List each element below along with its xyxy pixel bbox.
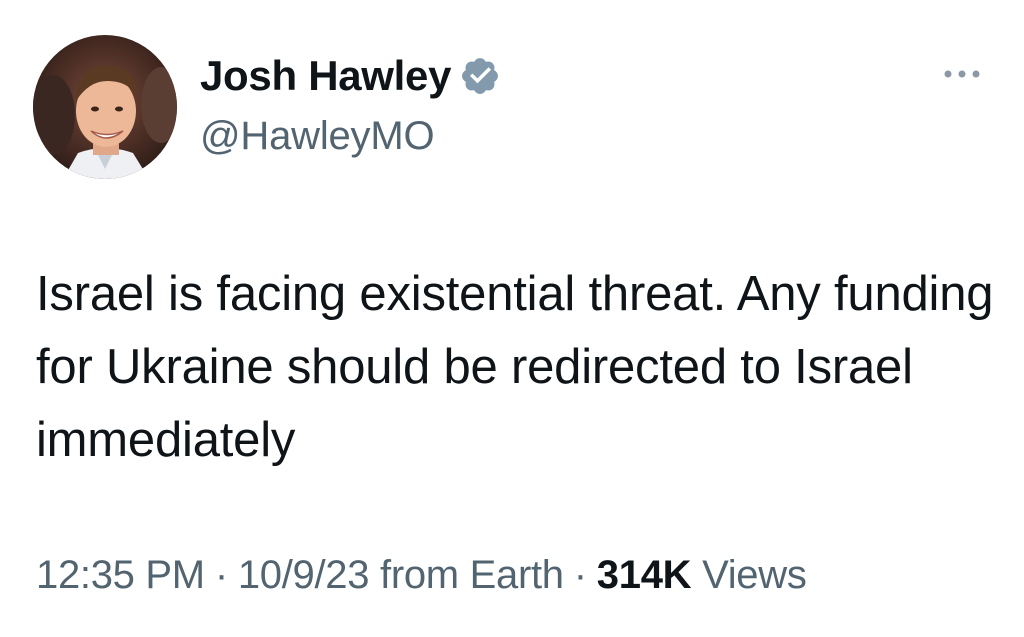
meta-separator: ·: [214, 553, 228, 597]
avatar-photo: [33, 35, 177, 179]
tweet-source: from Earth: [380, 553, 564, 597]
tweet-date[interactable]: 10/9/23: [238, 553, 370, 597]
meta-separator: ·: [573, 553, 587, 597]
avatar[interactable]: [33, 35, 177, 179]
author-handle[interactable]: @HawleyMO: [200, 114, 501, 159]
tweet-text: Israel is facing existential threat. Any…: [36, 267, 994, 467]
more-horizontal-icon[interactable]: [940, 62, 984, 86]
tweet-card: Josh Hawley @HawleyMO Israel is facing e…: [0, 0, 1024, 637]
verified-badge-icon[interactable]: [459, 55, 501, 97]
views-label: Views: [702, 553, 807, 597]
tweet-meta: 12:35 PM · 10/9/23 from Earth · 314K Views: [36, 553, 807, 598]
views-count[interactable]: 314K: [597, 553, 692, 597]
author-display-name[interactable]: Josh Hawley: [200, 52, 451, 100]
tweet-time[interactable]: 12:35 PM: [36, 553, 205, 597]
name-row: Josh Hawley: [200, 52, 501, 100]
tweet-header: Josh Hawley @HawleyMO: [200, 52, 501, 159]
